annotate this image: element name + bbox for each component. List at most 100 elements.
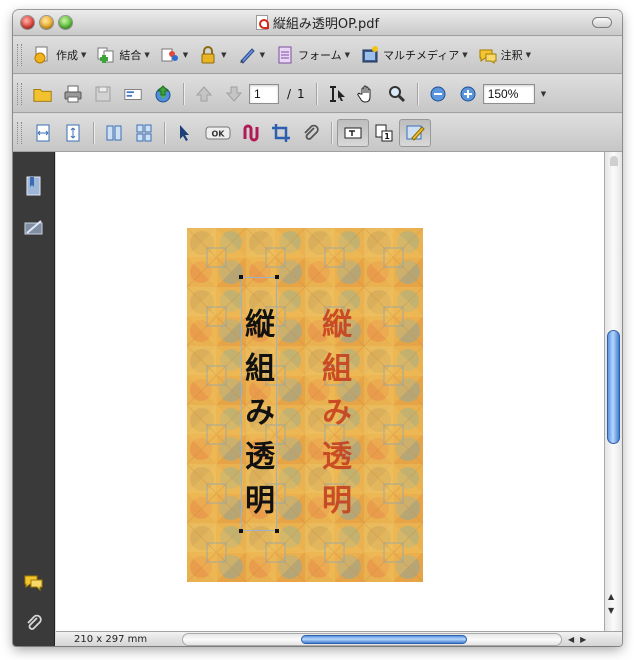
zoom-dropdown-icon[interactable]: ▼ bbox=[541, 90, 546, 98]
save-disk-icon bbox=[93, 84, 113, 104]
horizontal-scroll-arrows: ◀ ▶ bbox=[568, 635, 586, 644]
attach-tool-button[interactable] bbox=[296, 119, 326, 147]
single-page-view-button[interactable] bbox=[99, 119, 129, 147]
zoom-level-input[interactable] bbox=[482, 83, 535, 104]
upload-web-button[interactable] bbox=[148, 80, 178, 108]
toolbar-separator bbox=[331, 121, 332, 144]
save-button[interactable] bbox=[88, 80, 118, 108]
toolbar-grip[interactable] bbox=[17, 82, 22, 105]
text-cursor-icon bbox=[327, 84, 347, 104]
scroll-up-arrow-icon[interactable]: ▲ bbox=[608, 592, 614, 601]
continuous-pages-icon bbox=[134, 123, 154, 143]
continuous-view-button[interactable] bbox=[129, 119, 159, 147]
vertical-text-black[interactable]: 縦組み透明 bbox=[239, 308, 274, 528]
scroll-right-arrow-icon[interactable]: ▶ bbox=[580, 635, 586, 644]
page-number-input[interactable] bbox=[249, 83, 279, 104]
comments-panel-button[interactable] bbox=[22, 570, 46, 594]
chevron-down-icon: ▼ bbox=[525, 51, 532, 59]
zoom-button[interactable] bbox=[59, 16, 72, 29]
text-field-tool-button[interactable] bbox=[337, 118, 369, 147]
collaborate-button[interactable]: ▼ bbox=[155, 41, 193, 69]
toolbar-separator bbox=[315, 82, 317, 105]
film-icon bbox=[360, 45, 380, 65]
minimize-button[interactable] bbox=[40, 16, 53, 29]
link-chain-icon bbox=[241, 123, 261, 143]
comment-button[interactable]: 注釈 ▼ bbox=[473, 41, 536, 69]
horizontal-scrollbar[interactable] bbox=[182, 632, 562, 646]
toolbar-separator bbox=[416, 82, 418, 105]
chevron-down-icon: ▼ bbox=[462, 51, 468, 59]
zoom-out-button[interactable] bbox=[423, 80, 453, 108]
toolbar-grip[interactable] bbox=[17, 44, 22, 66]
resize-handle[interactable] bbox=[239, 275, 243, 279]
combine-files-icon bbox=[96, 45, 116, 65]
edit-pencil-icon bbox=[405, 123, 425, 143]
vertical-scroll-thumb[interactable] bbox=[607, 330, 620, 444]
file-toolbar: / 1 ▼ bbox=[13, 75, 622, 113]
print-button[interactable] bbox=[58, 80, 88, 108]
toolbar-separator bbox=[93, 121, 94, 144]
window-title-group: 縦組み透明OP.pdf bbox=[255, 13, 379, 32]
zoom-in-icon bbox=[458, 84, 478, 104]
title-bar[interactable]: 縦組み透明OP.pdf bbox=[13, 10, 622, 36]
comment-icon bbox=[478, 45, 498, 65]
document-view[interactable]: 縦組み透明 縦組み透明 bbox=[56, 152, 604, 631]
next-page-button[interactable] bbox=[219, 80, 249, 108]
close-button[interactable] bbox=[21, 16, 34, 29]
chevron-down-icon: ▼ bbox=[182, 51, 189, 59]
resize-handle[interactable] bbox=[239, 529, 243, 533]
create-button[interactable]: 作成 ▼ bbox=[28, 41, 91, 69]
acrobat-window: 縦組み透明OP.pdf 作成 ▼ 結合 ▼ ▼ ▼ ▼ フォーム ▼ マルチメデ… bbox=[13, 10, 622, 646]
vertical-text-red[interactable]: 縦組み透明 bbox=[316, 308, 351, 528]
fit-page-button[interactable] bbox=[58, 119, 88, 147]
arrow-up-icon bbox=[194, 84, 214, 104]
horizontal-scroll-thumb[interactable] bbox=[301, 634, 467, 644]
signatures-panel-button[interactable] bbox=[22, 216, 46, 240]
hand-tool-button[interactable] bbox=[352, 80, 382, 108]
open-button[interactable] bbox=[28, 80, 58, 108]
secure-button[interactable]: ▼ bbox=[193, 41, 231, 69]
multimedia-button[interactable]: マルチメディア ▼ bbox=[355, 41, 473, 69]
svg-text:1: 1 bbox=[384, 132, 390, 141]
resize-handle[interactable] bbox=[275, 275, 279, 279]
window-controls bbox=[21, 16, 72, 29]
zoom-out-icon bbox=[428, 84, 448, 104]
fit-width-button[interactable] bbox=[28, 119, 58, 147]
touchup-tool-button[interactable] bbox=[399, 118, 431, 147]
previous-page-button[interactable] bbox=[189, 80, 219, 108]
toolbar-separator bbox=[183, 82, 184, 105]
zoom-tool-button[interactable] bbox=[382, 80, 412, 108]
scroll-track-cap bbox=[610, 156, 618, 166]
article-tool-button[interactable]: 1 bbox=[369, 119, 399, 147]
form-icon bbox=[275, 45, 295, 65]
combine-button[interactable]: 結合 ▼ bbox=[91, 41, 154, 69]
vertical-scrollbar[interactable]: ▲ ▼ bbox=[604, 152, 622, 631]
pen-icon bbox=[237, 45, 257, 65]
scroll-down-arrow-icon[interactable]: ▼ bbox=[608, 606, 614, 615]
arrow-pointer-icon bbox=[175, 123, 195, 143]
object-select-button[interactable] bbox=[170, 119, 200, 147]
view-toolbar: OK 1 bbox=[13, 114, 622, 152]
select-tool-button[interactable] bbox=[322, 80, 352, 108]
envelope-icon bbox=[123, 84, 143, 104]
email-button[interactable] bbox=[118, 80, 148, 108]
sign-button[interactable]: ▼ bbox=[232, 41, 270, 69]
zoom-in-button[interactable] bbox=[453, 80, 483, 108]
lock-icon bbox=[198, 45, 218, 65]
toolbar-toggle-button[interactable] bbox=[592, 17, 612, 28]
single-page-icon bbox=[104, 123, 124, 143]
crop-tool-button[interactable] bbox=[266, 119, 296, 147]
collaborate-icon bbox=[160, 45, 180, 65]
resize-handle[interactable] bbox=[275, 529, 279, 533]
forms-button[interactable]: フォーム ▼ bbox=[270, 41, 355, 69]
pdf-page[interactable]: 縦組み透明 縦組み透明 bbox=[187, 228, 423, 582]
form-button-tool[interactable]: OK bbox=[200, 119, 236, 147]
attachments-panel-button[interactable] bbox=[22, 612, 46, 636]
scroll-left-arrow-icon[interactable]: ◀ bbox=[568, 635, 574, 644]
chevron-down-icon: ▼ bbox=[344, 51, 351, 59]
chevron-down-icon: ▼ bbox=[259, 51, 265, 59]
link-tool-button[interactable] bbox=[236, 119, 266, 147]
bookmarks-panel-button[interactable] bbox=[22, 174, 46, 198]
paperclip-icon bbox=[301, 123, 321, 143]
toolbar-grip[interactable] bbox=[17, 121, 22, 144]
